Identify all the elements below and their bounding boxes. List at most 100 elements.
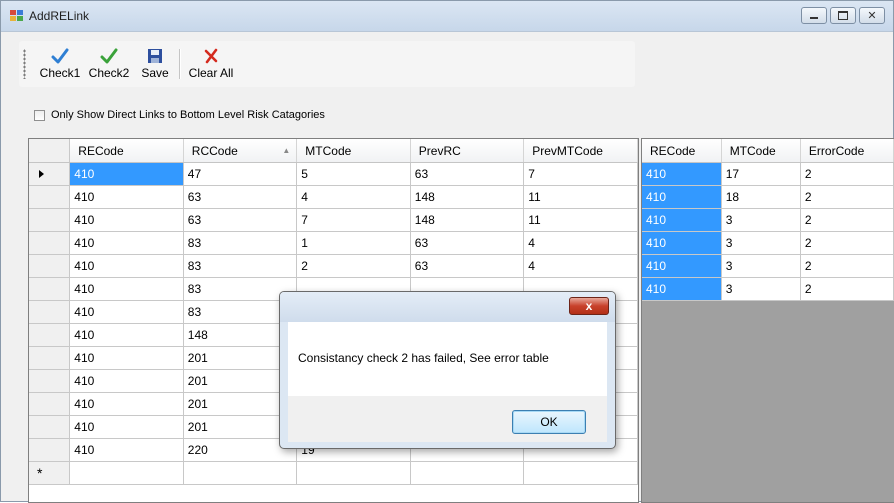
- grid-cell[interactable]: 83: [183, 254, 298, 278]
- grid-cell[interactable]: [410, 461, 525, 485]
- grid-cell[interactable]: 410: [69, 438, 184, 462]
- check2-button[interactable]: Check2: [83, 44, 135, 84]
- grid-cell[interactable]: 148: [410, 185, 525, 209]
- error-grid-cell[interactable]: 410: [642, 231, 722, 255]
- grid-cell[interactable]: 47: [183, 162, 298, 186]
- grid-cell[interactable]: 63: [410, 231, 525, 255]
- error-grid-cell[interactable]: 17: [721, 162, 801, 186]
- grid-cell[interactable]: 4: [296, 185, 411, 209]
- grid-cell[interactable]: 63: [410, 162, 525, 186]
- close-window-button[interactable]: ✕: [859, 7, 885, 24]
- grid-cell[interactable]: 4: [523, 254, 638, 278]
- error-grid-cell[interactable]: 2: [800, 208, 894, 232]
- toolbar-grip[interactable]: [23, 49, 26, 79]
- grid-cell[interactable]: [69, 461, 184, 485]
- save-button[interactable]: Save: [139, 44, 171, 84]
- grid-cell[interactable]: 410: [69, 415, 184, 439]
- error-grid-cell[interactable]: 410: [642, 208, 722, 232]
- grid-cell[interactable]: 11: [523, 185, 638, 209]
- maximize-button[interactable]: [830, 7, 856, 24]
- grid-cell[interactable]: 1: [296, 231, 411, 255]
- error-grid-cell[interactable]: 410: [642, 277, 722, 301]
- clear-all-button[interactable]: Clear All: [185, 44, 237, 84]
- grid-cell[interactable]: 410: [69, 323, 184, 347]
- error-grid-cell[interactable]: 410: [642, 185, 722, 209]
- grid-cell[interactable]: [523, 461, 638, 485]
- row-header[interactable]: [29, 369, 71, 393]
- minimize-button[interactable]: [801, 7, 827, 24]
- table-row[interactable]: 410 47 5 63 7: [29, 162, 638, 186]
- column-header-rccode[interactable]: RCCode ▲: [183, 139, 298, 163]
- row-header[interactable]: [29, 254, 71, 278]
- grid-cell[interactable]: [296, 461, 411, 485]
- grid-cell[interactable]: 63: [183, 208, 298, 232]
- error-table-row[interactable]: 410 3 2: [642, 208, 894, 232]
- grid-cell[interactable]: 410: [69, 277, 184, 301]
- table-row[interactable]: 410 63 7 148 11: [29, 208, 638, 232]
- row-header[interactable]: [29, 208, 71, 232]
- direct-links-checkbox[interactable]: [34, 109, 45, 121]
- error-grid-cell[interactable]: 18: [721, 185, 801, 209]
- new-row[interactable]: *: [29, 461, 638, 485]
- error-column-header-errorcode[interactable]: ErrorCode: [800, 139, 894, 163]
- grid-cell[interactable]: 410: [69, 392, 184, 416]
- error-grid-cell[interactable]: 2: [800, 254, 894, 278]
- grid-cell[interactable]: 7: [296, 208, 411, 232]
- ok-button[interactable]: OK: [512, 410, 586, 434]
- error-grid-cell[interactable]: 3: [721, 277, 801, 301]
- error-table-row[interactable]: 410 18 2: [642, 185, 894, 209]
- grid-cell[interactable]: 410: [69, 346, 184, 370]
- row-header[interactable]: [29, 438, 71, 462]
- grid-cell[interactable]: 2: [296, 254, 411, 278]
- error-grid-cell[interactable]: 2: [800, 277, 894, 301]
- error-table-row[interactable]: 410 17 2: [642, 162, 894, 186]
- dialog-close-button[interactable]: x: [569, 297, 609, 315]
- error-grid-cell[interactable]: 410: [642, 254, 722, 278]
- grid-cell[interactable]: 410: [69, 369, 184, 393]
- row-header[interactable]: [29, 162, 71, 186]
- error-grid-cell[interactable]: 3: [721, 208, 801, 232]
- error-grid-cell[interactable]: 3: [721, 231, 801, 255]
- row-header[interactable]: [29, 277, 71, 301]
- error-grid-cell[interactable]: 3: [721, 254, 801, 278]
- error-grid-cell[interactable]: 410: [642, 162, 722, 186]
- grid-cell[interactable]: 7: [523, 162, 638, 186]
- grid-cell[interactable]: 410: [69, 231, 184, 255]
- grid-cell[interactable]: 410: [69, 254, 184, 278]
- column-header-recode[interactable]: RECode: [69, 139, 184, 163]
- table-row[interactable]: 410 83 2 63 4: [29, 254, 638, 278]
- row-header[interactable]: [29, 346, 71, 370]
- error-grid-cell[interactable]: 2: [800, 231, 894, 255]
- error-grid-cell[interactable]: 2: [800, 185, 894, 209]
- error-table-row[interactable]: 410 3 2: [642, 231, 894, 255]
- error-grid[interactable]: RECode MTCode ErrorCode 410 17 2 410 18 2 410 3 2 4…: [641, 138, 894, 503]
- dialog-title-bar[interactable]: x: [280, 292, 615, 322]
- grid-cell[interactable]: 148: [410, 208, 525, 232]
- column-header-prevmtcode[interactable]: PrevMTCode: [523, 139, 638, 163]
- direct-links-label[interactable]: Only Show Direct Links to Bottom Level R…: [51, 109, 325, 121]
- column-header-prevrc[interactable]: PrevRC: [410, 139, 525, 163]
- error-table-row[interactable]: 410 3 2: [642, 254, 894, 278]
- grid-cell[interactable]: 410: [69, 208, 184, 232]
- grid-cell[interactable]: 63: [410, 254, 525, 278]
- grid-cell[interactable]: 5: [296, 162, 411, 186]
- grid-cell[interactable]: 83: [183, 231, 298, 255]
- row-header[interactable]: [29, 415, 71, 439]
- title-bar[interactable]: AddRELink ✕: [1, 1, 893, 32]
- check1-button[interactable]: Check1: [37, 44, 83, 84]
- row-header[interactable]: [29, 231, 71, 255]
- table-row[interactable]: 410 83 1 63 4: [29, 231, 638, 255]
- new-row-header[interactable]: *: [29, 461, 71, 485]
- row-header[interactable]: [29, 392, 71, 416]
- error-grid-cell[interactable]: 2: [800, 162, 894, 186]
- row-header[interactable]: [29, 300, 71, 324]
- grid-cell[interactable]: 11: [523, 208, 638, 232]
- grid-cell[interactable]: 410: [69, 300, 184, 324]
- grid-cell[interactable]: 410: [69, 162, 184, 186]
- grid-cell[interactable]: [183, 461, 298, 485]
- error-column-header-mtcode[interactable]: MTCode: [721, 139, 801, 163]
- error-table-row[interactable]: 410 3 2: [642, 277, 894, 301]
- grid-cell[interactable]: 410: [69, 185, 184, 209]
- column-header-mtcode[interactable]: MTCode: [296, 139, 411, 163]
- grid-cell[interactable]: 4: [523, 231, 638, 255]
